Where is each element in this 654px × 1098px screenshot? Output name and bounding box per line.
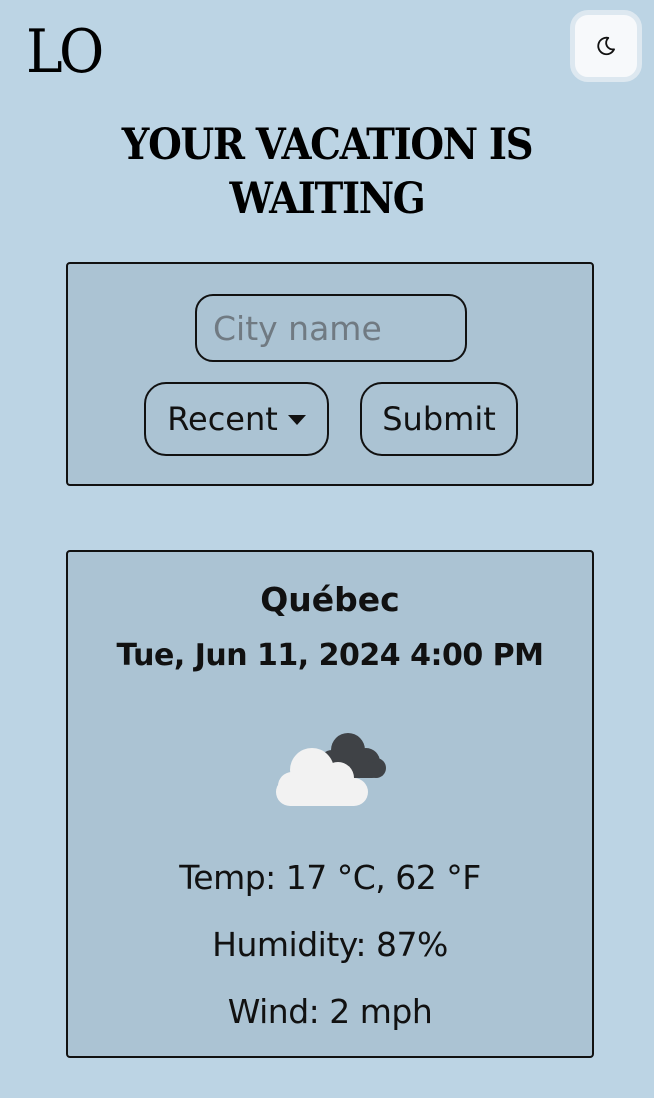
- caret-down-icon: [287, 415, 306, 425]
- weather-city: Québec: [260, 580, 400, 619]
- city-name-input[interactable]: [195, 294, 467, 362]
- partly-cloudy-icon: [276, 733, 386, 806]
- temperature-text: Temp: 17 °C, 62 °F: [179, 858, 481, 897]
- site-logo[interactable]: LO: [26, 14, 104, 90]
- search-panel: Recent Submit: [66, 262, 594, 486]
- submit-button[interactable]: Submit: [360, 382, 518, 456]
- moon-icon: [597, 36, 615, 56]
- humidity-text: Humidity: 87%: [212, 925, 448, 964]
- page-headline: YOUR VACATION IS WAITING: [121, 120, 534, 224]
- theme-toggle-button[interactable]: [570, 10, 642, 82]
- wind-text: Wind: 2 mph: [227, 992, 433, 1031]
- recent-dropdown-button[interactable]: Recent: [144, 382, 329, 456]
- weather-datetime: Tue, Jun 11, 2024 4:00 PM: [116, 638, 544, 673]
- recent-label: Recent: [167, 400, 278, 438]
- weather-card: Québec Tue, Jun 11, 2024 4:00 PM Temp: 1…: [66, 550, 594, 1058]
